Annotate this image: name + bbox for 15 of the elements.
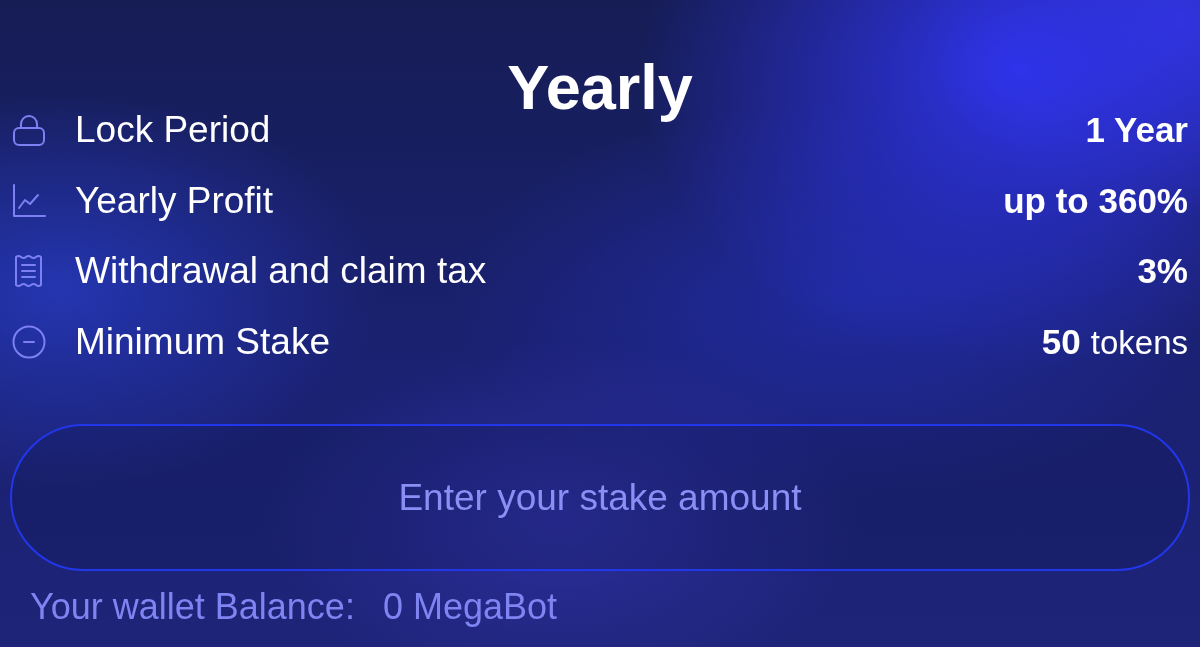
detail-label: Minimum Stake bbox=[75, 320, 330, 363]
detail-value: 50 bbox=[1041, 321, 1081, 362]
stake-amount-field[interactable]: Enter your stake amount bbox=[10, 424, 1190, 571]
lock-icon bbox=[12, 113, 46, 148]
detail-value: up to 360% bbox=[1003, 180, 1188, 221]
detail-unit: tokens bbox=[1090, 323, 1188, 362]
detail-label: Withdrawal and claim tax bbox=[75, 250, 487, 293]
detail-label: Yearly Profit bbox=[75, 179, 274, 222]
detail-label: Lock Period bbox=[75, 109, 271, 152]
wallet-balance-label: Your wallet Balance: bbox=[30, 585, 355, 629]
line-chart-icon bbox=[12, 183, 46, 218]
wallet-balance-value: 0 MegaBot bbox=[382, 585, 557, 629]
detail-value: 3% bbox=[1137, 251, 1188, 292]
detail-value: 1 Year bbox=[1085, 110, 1188, 151]
minus-circle-icon bbox=[12, 324, 46, 359]
